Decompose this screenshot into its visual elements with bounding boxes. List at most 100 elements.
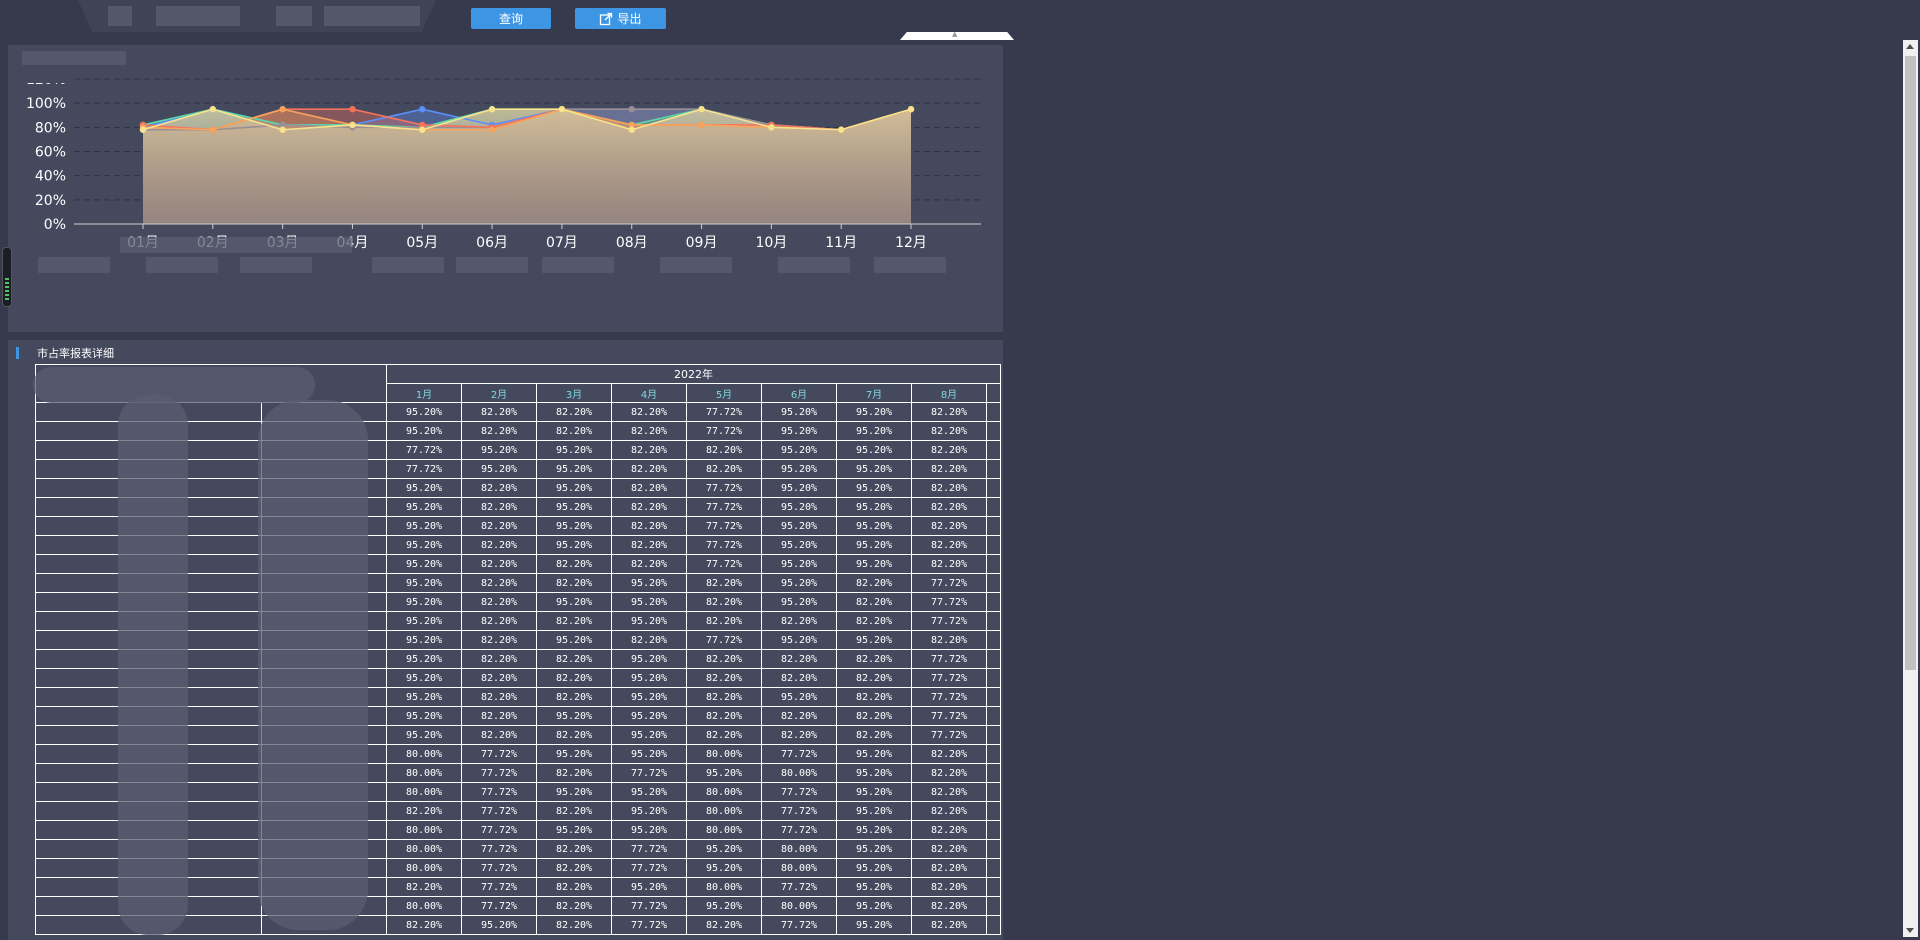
x-tick-label: 07月 xyxy=(546,235,578,251)
share-cell: 80.00% xyxy=(386,782,462,802)
share-cell: 95.20% xyxy=(386,478,462,498)
x-tick-label: 11月 xyxy=(825,235,857,251)
share-cell: 77.72% xyxy=(911,649,987,669)
share-cell: 77.72% xyxy=(611,896,687,916)
data-point xyxy=(558,106,566,113)
overflow-cell xyxy=(986,573,1001,593)
month-header: 2月 xyxy=(461,383,537,403)
share-cell: 82.20% xyxy=(611,516,687,536)
share-cell: 80.00% xyxy=(761,763,837,783)
share-cell: 95.20% xyxy=(386,611,462,631)
share-cell: 77.72% xyxy=(461,763,537,783)
share-cell: 82.20% xyxy=(536,725,612,745)
scrollbar-thumb[interactable] xyxy=(1905,56,1916,670)
overflow-cell xyxy=(986,649,1001,669)
share-cell: 82.20% xyxy=(911,839,987,859)
share-cell: 95.20% xyxy=(611,649,687,669)
y-tick-label: 40% xyxy=(35,169,66,185)
share-cell: 77.72% xyxy=(461,877,537,897)
y-tick-label: 80% xyxy=(35,120,66,136)
share-cell: 95.20% xyxy=(836,478,912,498)
page-scrollbar[interactable] xyxy=(1903,40,1918,937)
share-cell: 95.20% xyxy=(836,820,912,840)
share-cell: 95.20% xyxy=(611,687,687,707)
share-cell: 77.72% xyxy=(761,801,837,821)
share-cell: 95.20% xyxy=(536,706,612,726)
share-cell: 82.20% xyxy=(386,801,462,821)
data-point xyxy=(279,126,286,133)
share-cell: 82.20% xyxy=(611,440,687,460)
share-cell: 82.20% xyxy=(536,801,612,821)
share-cell: 82.20% xyxy=(911,554,987,574)
share-cell: 82.20% xyxy=(911,516,987,536)
share-cell: 82.20% xyxy=(461,668,537,688)
overflow-cell xyxy=(986,554,1001,574)
share-cell: 82.20% xyxy=(536,573,612,593)
overflow-cell xyxy=(986,611,1001,631)
month-header: 1月 xyxy=(386,383,462,403)
share-cell: 82.20% xyxy=(911,497,987,517)
search-button[interactable]: 查询 xyxy=(471,8,551,29)
share-cell: 95.20% xyxy=(761,497,837,517)
share-cell: 82.20% xyxy=(461,497,537,517)
share-cell: 82.20% xyxy=(386,877,462,897)
share-cell: 95.20% xyxy=(761,440,837,460)
share-cell: 82.20% xyxy=(686,611,762,631)
share-cell: 77.72% xyxy=(911,592,987,612)
overflow-cell xyxy=(986,592,1001,612)
side-scroll-indicator[interactable] xyxy=(2,247,12,307)
share-cell: 82.20% xyxy=(686,649,762,669)
share-cell: 82.20% xyxy=(536,611,612,631)
scroll-down-icon[interactable] xyxy=(1906,928,1914,933)
share-cell: 95.20% xyxy=(386,573,462,593)
share-cell: 82.20% xyxy=(911,744,987,764)
share-cell: 82.20% xyxy=(461,516,537,536)
share-cell: 82.20% xyxy=(911,421,987,441)
export-icon xyxy=(600,12,613,25)
share-cell: 95.20% xyxy=(611,820,687,840)
share-cell: 95.20% xyxy=(536,497,612,517)
data-point xyxy=(209,106,217,113)
share-cell: 95.20% xyxy=(536,478,612,498)
share-cell: 80.00% xyxy=(686,820,762,840)
share-cell: 77.72% xyxy=(911,687,987,707)
share-cell: 95.20% xyxy=(836,744,912,764)
share-cell: 95.20% xyxy=(611,801,687,821)
month-header-overflow xyxy=(986,383,1001,403)
data-point xyxy=(698,106,705,113)
share-cell: 82.20% xyxy=(761,611,837,631)
overflow-cell xyxy=(986,478,1001,498)
share-cell: 95.20% xyxy=(461,440,537,460)
share-cell: 82.20% xyxy=(611,554,687,574)
share-cell: 77.72% xyxy=(911,725,987,745)
share-cell: 77.72% xyxy=(461,896,537,916)
share-cell: 77.72% xyxy=(611,763,687,783)
share-cell: 95.20% xyxy=(686,763,762,783)
x-tick-label: 06月 xyxy=(476,235,508,251)
share-cell: 95.20% xyxy=(386,668,462,688)
share-cell: 95.20% xyxy=(836,421,912,441)
share-cell: 80.00% xyxy=(761,839,837,859)
share-cell: 82.20% xyxy=(536,896,612,916)
share-cell: 95.20% xyxy=(761,421,837,441)
share-cell: 82.20% xyxy=(536,858,612,878)
share-cell: 95.20% xyxy=(386,421,462,441)
share-cell: 82.20% xyxy=(911,535,987,555)
share-cell: 82.20% xyxy=(536,877,612,897)
y-tick-label: 100% xyxy=(26,96,66,112)
y-tick-label: 60% xyxy=(35,145,66,161)
share-cell: 95.20% xyxy=(761,478,837,498)
x-tick-label: 12月 xyxy=(895,235,927,251)
export-button[interactable]: 导出 xyxy=(575,8,666,29)
collapse-toggle[interactable]: ▲ xyxy=(900,32,1014,40)
share-cell: 95.20% xyxy=(611,706,687,726)
share-cell: 95.20% xyxy=(611,744,687,764)
scroll-up-icon[interactable] xyxy=(1906,44,1914,49)
share-cell: 77.72% xyxy=(686,516,762,536)
data-point xyxy=(837,126,845,133)
data-point xyxy=(768,124,775,131)
share-cell: 82.20% xyxy=(911,402,987,422)
data-point xyxy=(698,121,705,129)
overflow-cell xyxy=(986,706,1001,726)
redacted-legend-item xyxy=(146,257,218,273)
